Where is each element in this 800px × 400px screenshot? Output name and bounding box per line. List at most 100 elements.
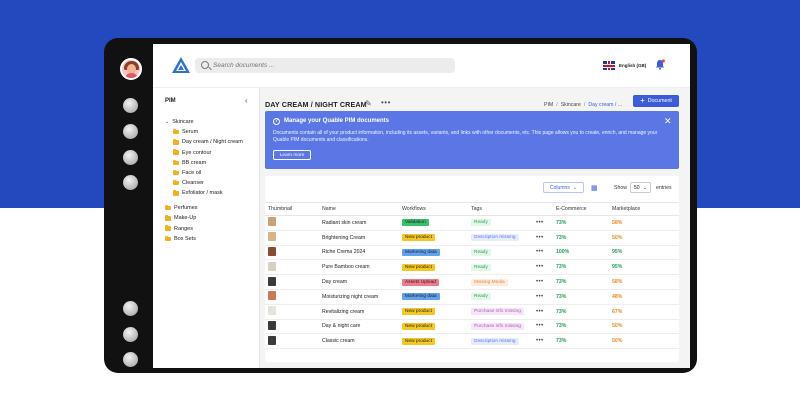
workflow-badge[interactable]: New product bbox=[402, 308, 435, 316]
more-options-icon[interactable]: ••• bbox=[536, 309, 544, 315]
avatar[interactable] bbox=[120, 58, 142, 80]
table-row[interactable]: Riche Crema 2024 Marketing data Ready ••• 10… bbox=[265, 245, 679, 261]
product-thumbnail[interactable] bbox=[268, 246, 276, 256]
column-header[interactable]: Thumbnail bbox=[265, 202, 319, 216]
product-thumbnail[interactable] bbox=[268, 291, 276, 301]
product-name[interactable]: Day cream bbox=[319, 274, 399, 290]
more-options-icon[interactable]: ••• bbox=[536, 294, 544, 300]
tree-item[interactable]: Ranges bbox=[165, 225, 193, 232]
table-row[interactable]: Classic cream New product Description miss… bbox=[265, 333, 679, 350]
search-bar[interactable] bbox=[195, 58, 455, 73]
tree-item[interactable]: Exfoliator / mask bbox=[173, 190, 223, 196]
tree-item[interactable]: Box Sets bbox=[165, 235, 196, 242]
table-row[interactable]: Day & night care New product Purchase info… bbox=[265, 319, 679, 335]
tree-item[interactable]: Face oil bbox=[173, 169, 201, 176]
more-options-icon[interactable]: ••• bbox=[536, 323, 544, 329]
chevron-down-icon[interactable]: ⌄ bbox=[165, 119, 169, 125]
workflow-badge[interactable]: New product bbox=[402, 337, 435, 345]
product-thumbnail[interactable] bbox=[268, 261, 276, 271]
more-options-icon[interactable]: ••• bbox=[536, 235, 544, 241]
more-options-icon[interactable]: ••• bbox=[536, 249, 544, 255]
table-row[interactable]: Brightening Cream New product Description … bbox=[265, 230, 679, 246]
workflow-badge[interactable]: Assets Upload bbox=[402, 278, 439, 286]
workflow-badge[interactable]: Marketing data bbox=[402, 248, 440, 256]
tree-item[interactable]: BB cream bbox=[173, 159, 206, 166]
quable-logo-icon[interactable] bbox=[172, 57, 190, 73]
breadcrumb-item[interactable]: Skincare bbox=[561, 102, 581, 108]
workflow-badge[interactable]: New product bbox=[402, 234, 435, 242]
product-name[interactable]: Day & night care bbox=[319, 319, 399, 335]
product-name[interactable]: Radiant skin cream bbox=[319, 215, 399, 231]
tree-item[interactable]: Make-Up bbox=[165, 215, 196, 221]
rail-nav-dot[interactable] bbox=[123, 150, 138, 165]
product-name[interactable]: Revitalizing cream bbox=[319, 304, 399, 320]
column-header[interactable]: Marketplace bbox=[609, 202, 679, 216]
product-thumbnail[interactable] bbox=[268, 320, 276, 330]
tag-badge[interactable]: Purchase info missing bbox=[471, 322, 524, 330]
table-row[interactable]: Day cream Assets Upload Missing Media ••• 73… bbox=[265, 274, 679, 290]
breadcrumb-current[interactable]: Day cream / ... bbox=[588, 102, 622, 108]
grid-view-icon[interactable]: ▦ bbox=[591, 184, 598, 192]
more-options-icon[interactable]: ••• bbox=[536, 264, 544, 270]
rail-nav-dot[interactable] bbox=[123, 175, 138, 190]
tag-badge[interactable]: Ready bbox=[471, 263, 491, 271]
product-thumbnail[interactable] bbox=[268, 306, 276, 316]
tree-item[interactable]: Serum bbox=[173, 129, 198, 135]
tag-badge[interactable]: Description missing bbox=[471, 234, 519, 242]
close-icon[interactable]: ✕ bbox=[664, 116, 672, 127]
product-name[interactable]: Riche Crema 2024 bbox=[319, 245, 399, 261]
workflow-badge[interactable]: New product bbox=[402, 322, 435, 330]
product-thumbnail[interactable] bbox=[268, 217, 276, 227]
new-document-button[interactable]: + Document bbox=[633, 95, 679, 107]
search-input[interactable] bbox=[213, 58, 443, 73]
tree-item[interactable]: Day cream / Night cream bbox=[173, 139, 243, 145]
more-options-icon[interactable]: ••• bbox=[536, 279, 544, 285]
table-row[interactable]: Moisturizing night cream Marketing data Re… bbox=[265, 289, 679, 305]
learn-more-button[interactable]: Learn more bbox=[273, 150, 311, 160]
tag-badge[interactable]: Missing Media bbox=[471, 278, 508, 286]
tag-badge[interactable]: Ready bbox=[471, 248, 491, 256]
tree-item[interactable]: ⌄ Skincare bbox=[165, 119, 194, 125]
product-thumbnail[interactable] bbox=[268, 276, 276, 286]
rail-nav-dot[interactable] bbox=[123, 301, 138, 316]
table-row[interactable]: Radiant skin cream Validation Ready ••• 73% 5… bbox=[265, 215, 679, 231]
workflow-badge[interactable]: New product bbox=[402, 263, 435, 271]
column-header[interactable]: Workflows bbox=[399, 202, 468, 216]
more-options-icon[interactable]: ••• bbox=[536, 220, 544, 226]
chevron-left-icon[interactable]: ‹ bbox=[245, 96, 248, 105]
tag-badge[interactable]: Ready bbox=[471, 219, 491, 227]
tag-badge[interactable]: Ready bbox=[471, 293, 491, 301]
column-header[interactable]: Name bbox=[319, 202, 399, 216]
product-thumbnail[interactable] bbox=[268, 335, 276, 345]
product-name[interactable]: Classic cream bbox=[319, 333, 399, 350]
more-options-icon[interactable]: ••• bbox=[381, 98, 391, 107]
bell-icon[interactable] bbox=[655, 59, 665, 70]
language-selector[interactable]: English (GB) bbox=[619, 63, 646, 68]
tree-item[interactable]: Eye contour bbox=[173, 149, 211, 156]
workflow-badge[interactable]: Validation bbox=[402, 219, 429, 227]
rail-nav-dot[interactable] bbox=[123, 124, 138, 139]
edit-icon[interactable]: ✎ bbox=[365, 99, 372, 108]
workflow-badge[interactable]: Marketing data bbox=[402, 293, 440, 301]
rail-nav-dot[interactable] bbox=[123, 98, 138, 113]
rail-nav-dot[interactable] bbox=[123, 352, 138, 367]
table-row[interactable]: Revitalizing cream New product Purchase in… bbox=[265, 304, 679, 320]
breadcrumb-item[interactable]: PIM bbox=[544, 102, 553, 108]
uk-flag-icon[interactable] bbox=[603, 61, 615, 70]
columns-button[interactable]: Columns ⌄ bbox=[543, 182, 584, 193]
product-name[interactable]: Brightening Cream bbox=[319, 230, 399, 246]
column-header[interactable]: Tags bbox=[468, 202, 533, 216]
tree-item[interactable]: Cleanser bbox=[173, 180, 204, 186]
page-size-select[interactable]: 50 ⌄ bbox=[630, 182, 651, 193]
tag-badge[interactable]: Description missing bbox=[471, 337, 519, 345]
product-name[interactable]: Pure Bamboo cream bbox=[319, 259, 399, 276]
rail-nav-dot[interactable] bbox=[123, 327, 138, 342]
product-name[interactable]: Moisturizing night cream bbox=[319, 289, 399, 305]
tree-item[interactable]: Perfumes bbox=[165, 204, 198, 211]
tag-badge[interactable]: Purchase info missing bbox=[471, 308, 524, 316]
column-header[interactable]: E-Commerce bbox=[553, 202, 609, 216]
more-options-icon[interactable]: ••• bbox=[536, 338, 544, 344]
tags-cell: Ready bbox=[468, 245, 533, 261]
product-thumbnail[interactable] bbox=[268, 232, 276, 242]
table-row[interactable]: Pure Bamboo cream New product Ready ••• 73% 9… bbox=[265, 259, 679, 276]
